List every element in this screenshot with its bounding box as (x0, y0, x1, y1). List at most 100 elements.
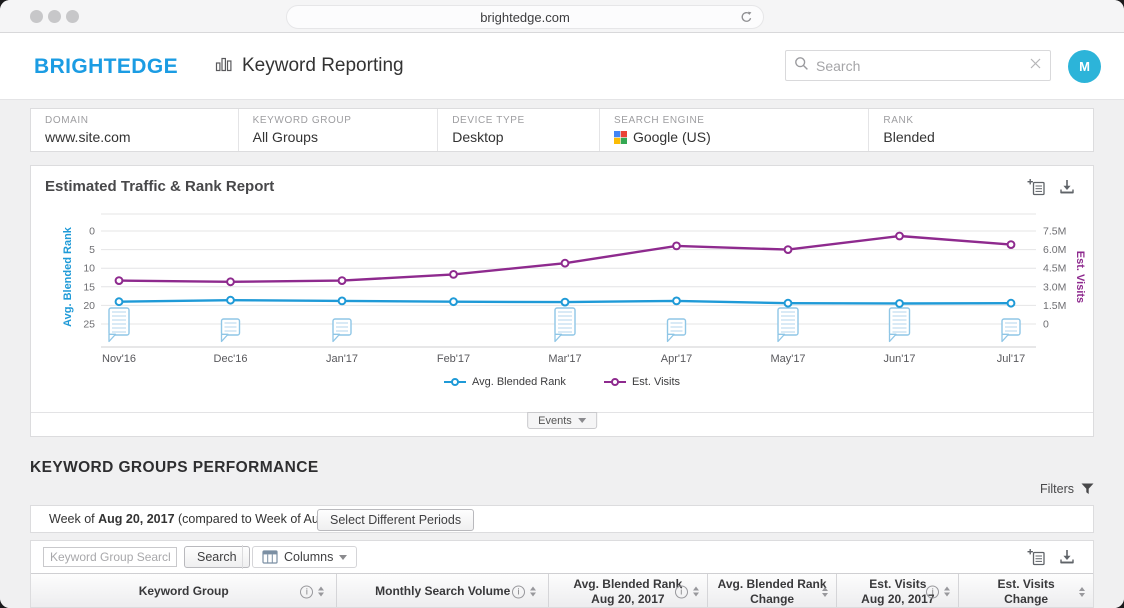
address-url: brightedge.com (480, 10, 570, 25)
right-axis-tick: 1.5M (1043, 300, 1066, 312)
event-marker-icon[interactable] (222, 319, 240, 342)
download-icon (1058, 178, 1076, 196)
sort-icon[interactable] (318, 587, 324, 597)
traffic-rank-chart: 051015202501.5M3.0M4.5M6.0M7.5MNov'16Dec… (31, 211, 1095, 373)
info-icon[interactable]: i (926, 585, 939, 598)
window-minimize-button[interactable] (48, 10, 61, 23)
filter-search-engine[interactable]: SEARCH ENGINEGoogle (US) (599, 109, 868, 151)
filter-value: All Groups (253, 129, 438, 145)
events-button[interactable]: Events (527, 412, 597, 429)
app-header: BRIGHTEDGE Keyword Reporting M (0, 33, 1124, 100)
event-marker-icon[interactable] (778, 308, 798, 342)
column-header-icons: i (926, 585, 950, 598)
reload-icon[interactable] (739, 10, 754, 28)
info-icon[interactable]: i (675, 585, 688, 598)
info-icon[interactable]: i (512, 585, 525, 598)
filter-value-text: All Groups (253, 129, 318, 145)
filter-rank[interactable]: RANK Blended (868, 109, 1093, 151)
user-avatar[interactable]: M (1068, 50, 1101, 83)
add-to-dashboard-icon (1027, 548, 1046, 566)
filter-value-text: Desktop (452, 129, 503, 145)
period-prefix: Week of (49, 512, 98, 526)
sort-icon[interactable] (822, 587, 828, 597)
info-icon[interactable]: i (300, 585, 313, 598)
chart-title: Estimated Traffic & Rank Report (45, 178, 274, 195)
filter-label: RANK (883, 115, 1093, 126)
download-icon (1058, 548, 1076, 566)
event-marker-icon[interactable] (890, 308, 910, 342)
add-to-dashboard-icon (1027, 178, 1046, 196)
legend-item-avg-blended-rank[interactable]: Avg. Blended Rank (444, 376, 566, 388)
download-button[interactable] (1058, 178, 1076, 196)
x-axis-label: Jun'17 (883, 353, 915, 365)
filter-value-text: Blended (883, 129, 934, 145)
sort-icon[interactable] (1079, 587, 1085, 597)
left-axis-tick: 5 (89, 244, 95, 256)
columns-button[interactable]: Columns (252, 546, 357, 568)
column-header-label: Change (750, 592, 794, 607)
column-header-monthly-search-volume[interactable]: Monthly Search Volumei (336, 574, 548, 608)
x-axis-label: Nov'16 (102, 353, 136, 365)
download-button[interactable] (1058, 548, 1076, 566)
sort-icon[interactable] (944, 587, 950, 597)
legend-item-est-visits[interactable]: Est. Visits (604, 376, 680, 388)
column-header-icons: i (512, 585, 536, 598)
columns-grid-icon (262, 550, 278, 564)
event-marker-icon[interactable] (555, 308, 575, 342)
column-header-est-visits-change[interactable]: Est. VisitsChange (958, 574, 1093, 608)
legend-label: Est. Visits (632, 376, 680, 388)
clear-search-icon[interactable] (1029, 57, 1042, 75)
section-title: KEYWORD GROUPS PERFORMANCE (30, 459, 319, 477)
events-button-label: Events (538, 415, 572, 427)
period-bar: Week of Aug 20, 2017 (compared to Week o… (30, 505, 1094, 533)
column-header-icons: i (300, 585, 324, 598)
x-axis-label: Mar'17 (548, 353, 581, 365)
column-header-label: Keyword Group (139, 584, 229, 599)
keyword-groups-table-panel: Search Columns Keyword GroupiMonthly Sea (30, 540, 1094, 608)
column-header-est-visits-aug-20-2017[interactable]: Est. VisitsAug 20, 2017i (836, 574, 958, 608)
window-close-button[interactable] (30, 10, 43, 23)
keyword-group-search-input[interactable] (43, 547, 177, 567)
filters-button[interactable]: Filters (1040, 482, 1094, 496)
chart-panel-actions (1027, 178, 1076, 196)
left-axis-tick: 20 (83, 300, 95, 312)
right-axis-tick: 3.0M (1043, 281, 1066, 293)
column-header-avg-blended-rank-aug-20-2017[interactable]: Avg. Blended RankAug 20, 2017i (548, 574, 707, 608)
bar-chart-icon (214, 54, 233, 78)
event-marker-icon[interactable] (1002, 319, 1020, 342)
event-marker-icon[interactable] (333, 319, 351, 342)
column-header-icons (1079, 587, 1085, 597)
x-axis-label: Dec'16 (214, 353, 248, 365)
filter-label: SEARCH ENGINE (614, 115, 868, 126)
sort-icon[interactable] (693, 587, 699, 597)
browser-chrome: brightedge.com (0, 0, 1124, 33)
left-axis-title: Avg. Blended Rank (62, 226, 74, 327)
search-button[interactable]: Search (184, 546, 250, 568)
global-search-input[interactable] (816, 58, 1022, 74)
address-bar[interactable]: brightedge.com (286, 5, 764, 29)
brand-logo[interactable]: BRIGHTEDGE (34, 55, 178, 79)
filter-device-type[interactable]: DEVICE TYPEDesktop (437, 109, 599, 151)
funnel-icon (1081, 483, 1094, 495)
event-marker-icon[interactable] (109, 308, 129, 342)
x-axis-label: Apr'17 (661, 353, 692, 365)
page-title: Keyword Reporting (242, 55, 404, 77)
global-search-box (785, 50, 1051, 81)
add-to-dashboard-button[interactable] (1027, 178, 1046, 196)
right-axis-tick: 7.5M (1043, 226, 1066, 238)
window-zoom-button[interactable] (66, 10, 79, 23)
column-header-label: Change (1004, 592, 1048, 607)
column-header-icons (822, 587, 828, 597)
column-header-keyword-group[interactable]: Keyword Group i (31, 574, 336, 608)
column-header-avg-blended-rank-change[interactable]: Avg. Blended RankChange (707, 574, 837, 608)
select-different-periods-button[interactable]: Select Different Periods (317, 509, 474, 531)
legend-label: Avg. Blended Rank (472, 376, 566, 388)
filter-domain[interactable]: DOMAINwww.site.com (31, 109, 238, 151)
left-axis-tick: 15 (83, 281, 95, 293)
sort-icon[interactable] (530, 587, 536, 597)
event-marker-icon[interactable] (668, 319, 686, 342)
columns-button-label: Columns (284, 550, 333, 564)
add-to-dashboard-button[interactable] (1027, 548, 1046, 566)
filter-keyword-group[interactable]: KEYWORD GROUPAll Groups (238, 109, 438, 151)
chevron-down-icon (339, 555, 347, 560)
